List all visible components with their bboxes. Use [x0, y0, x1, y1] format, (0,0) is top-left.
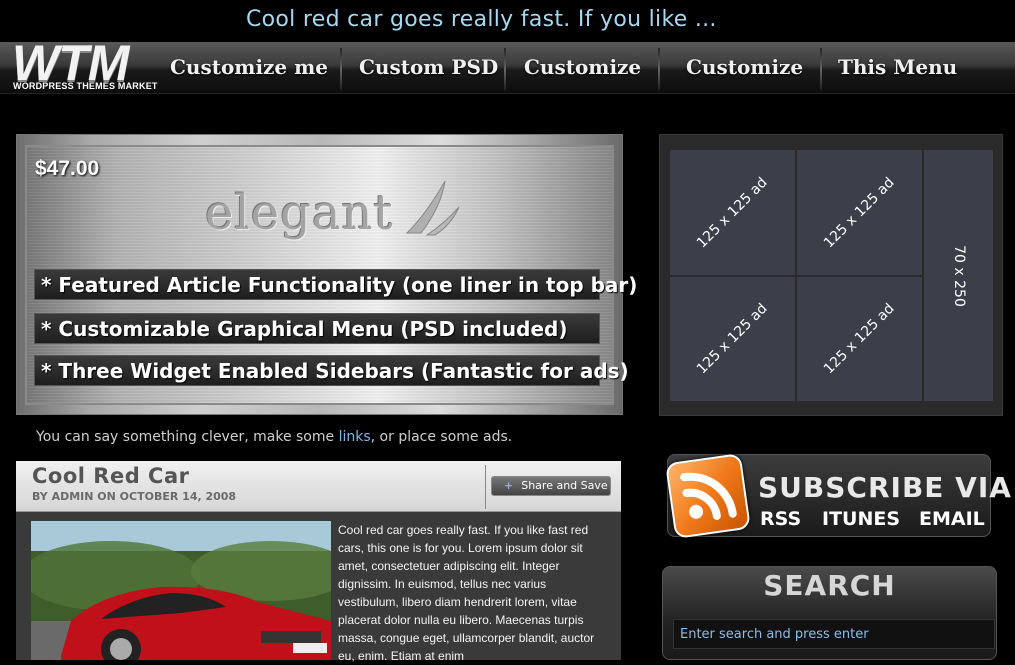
nav-divider — [340, 48, 342, 90]
nav-divider — [820, 48, 822, 90]
subscribe-rss-link[interactable]: RSS — [760, 508, 801, 530]
ad-label: 70 x 250 — [950, 244, 967, 307]
post-card: Cool Red Car BY ADMIN ON OCTOBER 14, 200… — [16, 461, 621, 663]
site-logo[interactable]: WTM WORDPRESS THEMES MARKET — [10, 34, 165, 96]
nav-item-customize-2[interactable]: Customize — [686, 42, 803, 94]
ad-slot-125-1[interactable]: 125 x 125 ad — [669, 149, 796, 276]
red-car-illustration — [31, 521, 331, 660]
tagline-text-after: , or place some ads. — [370, 429, 513, 445]
post-header: Cool Red Car BY ADMIN ON OCTOBER 14, 200… — [16, 461, 621, 512]
tagline-text-before: You can say something clever, make some — [36, 429, 339, 445]
ad-label: 125 x 125 ad — [694, 300, 771, 378]
feature-line-3: * Three Widget Enabled Sidebars (Fantast… — [34, 355, 629, 386]
featured-ticker[interactable]: Cool red car goes really fast. If you li… — [246, 7, 717, 32]
leaf-swoosh-icon — [405, 180, 460, 236]
subscribe-email-link[interactable]: EMAIL — [919, 508, 985, 530]
ad-label: 125 x 125 ad — [694, 174, 771, 251]
ad-block: 125 x 125 ad 125 x 125 ad 125 x 125 ad 1… — [659, 134, 1003, 416]
rss-icon — [665, 453, 751, 539]
feature-line-2: * Customizable Graphical Menu (PSD inclu… — [34, 313, 600, 344]
brand-logo-text: elegant — [205, 185, 394, 241]
ad-label: 125 x 125 ad — [821, 300, 898, 378]
search-input[interactable] — [673, 619, 995, 649]
nav-divider — [658, 48, 660, 90]
ad-slot-125-4[interactable]: 125 x 125 ad — [796, 276, 923, 402]
subscribe-itunes-link[interactable]: ITUNES — [822, 508, 900, 530]
ad-slot-125-2[interactable]: 125 x 125 ad — [796, 149, 923, 276]
nav-item-custom-psd[interactable]: Custom PSD — [359, 42, 498, 94]
search-widget: SEARCH — [662, 566, 997, 660]
search-heading: SEARCH — [763, 569, 896, 602]
nav-divider — [504, 48, 506, 90]
nav-item-customize-me[interactable]: Customize me — [170, 42, 328, 94]
featured-banner[interactable]: $47.00 elegant * Featured Article Functi… — [16, 134, 637, 415]
tagline: You can say something clever, make some … — [36, 429, 512, 445]
main-nav: WTM WORDPRESS THEMES MARKET Customize me… — [0, 35, 1015, 94]
post-title[interactable]: Cool Red Car — [32, 464, 189, 488]
post-meta: BY ADMIN ON OCTOBER 14, 2008 — [32, 490, 237, 503]
header-divider — [485, 465, 486, 509]
share-label: Share and Save — [521, 479, 608, 492]
post-excerpt: Cool red car goes really fast. If you li… — [338, 523, 595, 663]
price-label: $47.00 — [35, 157, 100, 180]
ad-label: 125 x 125 ad — [821, 174, 898, 251]
nav-item-this-menu[interactable]: This Menu — [838, 42, 957, 94]
logo-subtitle: WORDPRESS THEMES MARKET — [13, 81, 158, 91]
plus-icon: + — [504, 479, 514, 492]
share-and-save-button[interactable]: + Share and Save — [491, 476, 611, 496]
feature-line-1: * Featured Article Functionality (one li… — [34, 269, 637, 300]
subscribe-banner[interactable]: SUBSCRIBE VIA RSS ITUNES EMAIL — [665, 453, 1011, 539]
subscribe-heading: SUBSCRIBE VIA — [758, 471, 1012, 504]
ad-slot-70x250[interactable]: 70 x 250 — [923, 149, 994, 402]
tagline-link[interactable]: links — [339, 429, 371, 445]
post-thumbnail-car[interactable] — [31, 521, 331, 660]
nav-item-customize-1[interactable]: Customize — [524, 42, 641, 94]
ad-slot-125-3[interactable]: 125 x 125 ad — [669, 276, 796, 402]
